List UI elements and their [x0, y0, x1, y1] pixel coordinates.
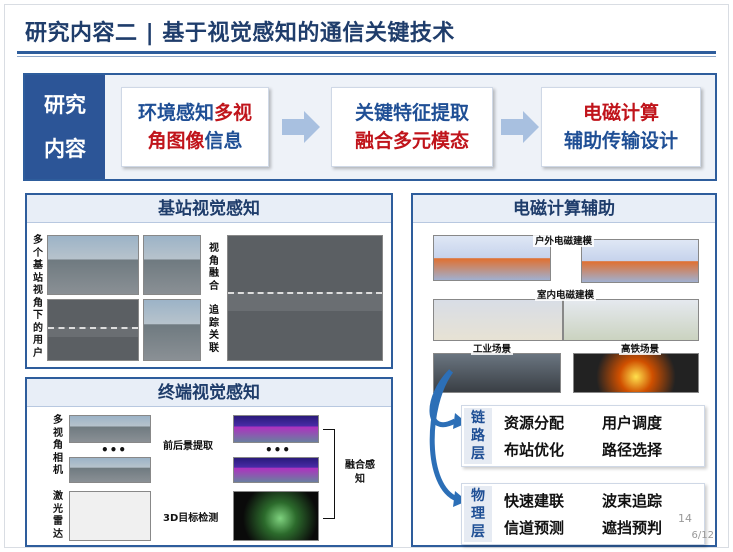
research-label: 研究 内容 [25, 75, 105, 179]
highspeed-label: 高铁场景 [619, 341, 662, 355]
lidar-pointcloud-image [69, 491, 151, 541]
link-layer-tag-char: 路 [471, 428, 485, 444]
phy-layer-tag-char: 层 [471, 524, 485, 540]
phy-item: 快速建联 [504, 492, 565, 510]
panel-terminal-title: 终端视觉感知 [27, 379, 391, 407]
outdoor-model-image-2 [581, 239, 699, 283]
bs-views-label: 多个基站视角下的用户 [33, 235, 43, 359]
link-item: 资源分配 [504, 414, 565, 432]
segmentation-image-2 [233, 457, 319, 483]
step3-line2: 辅助传输设计 [563, 130, 678, 152]
3d-detection-label: 3D目标检测 [163, 513, 219, 524]
step2-highlight: 融合 [354, 130, 393, 152]
research-content-row: 研究 内容 环境感知多视 角图像信息 关键特征提取 融合多元模态 电磁计算 辅助… [23, 73, 717, 181]
panel-em-computation: 电磁计算辅助 户外电磁建模 室内电磁建模 工业场景 高铁场景 链 路 层 资源分… [411, 193, 717, 547]
research-label-line2: 内容 [44, 137, 86, 161]
step1-highlight2: 角图像 [147, 130, 205, 152]
panel-terminal-perception: 终端视觉感知 多视角相机 ••• 激光雷达 前后景提取 3D目标检测 ••• 融… [25, 377, 393, 547]
link-item: 用户调度 [602, 414, 663, 432]
segmentation-image-1 [233, 415, 319, 443]
ellipsis-icon: ••• [101, 443, 128, 457]
ellipsis-icon: ••• [265, 443, 292, 457]
header-rule [17, 51, 716, 54]
camera-label: 多视角相机 [53, 415, 63, 476]
phy-item: 信道预测 [504, 519, 565, 537]
page-count: 6/12 [691, 530, 714, 541]
link-layer-items: 资源分配 用户调度 布站优化 路径选择 [504, 412, 700, 460]
step-environment-perception: 环境感知多视 角图像信息 [121, 87, 269, 167]
step2-highlight2: 多元模态 [393, 130, 470, 152]
bs-tracking-label: 追踪关联 [209, 305, 219, 354]
camera-image-2 [69, 457, 151, 483]
camera-image-1 [69, 415, 151, 443]
research-label-line1: 研究 [44, 93, 86, 117]
bs-view-image-4 [143, 299, 201, 361]
link-layer-box: 链 路 层 资源分配 用户调度 布站优化 路径选择 [461, 405, 705, 467]
slide: 研究内容二 | 基于视觉感知的通信关键技术 研究 内容 环境感知多视 角图像信息… [4, 4, 729, 548]
fusion-label: 融合感知 [345, 460, 375, 485]
phy-layer-items: 快速建联 波束追踪 信道预测 遮挡预判 [504, 490, 700, 538]
bs-topdown-image [227, 235, 383, 361]
step1-highlight: 多视 [214, 102, 253, 124]
panel-bs-title: 基站视觉感知 [27, 195, 391, 223]
3d-detection-image [233, 491, 319, 541]
header-rule-thin [17, 56, 716, 57]
fusion-bracket [323, 429, 335, 519]
industrial-label: 工业场景 [471, 341, 514, 355]
step3-line1: 电磁计算 [582, 102, 659, 124]
panel-em-title: 电磁计算辅助 [413, 195, 715, 223]
step2-line1: 关键特征提取 [354, 102, 469, 124]
outdoor-em-label: 户外电磁建模 [533, 233, 595, 247]
phy-layer-tag: 物 理 层 [464, 486, 492, 542]
phy-layer-tag-char: 物 [471, 488, 485, 504]
step1-text: 环境感知 [137, 102, 214, 124]
bs-view-image-2 [143, 235, 201, 295]
link-layer-tag-char: 层 [471, 446, 485, 462]
indoor-em-label: 室内电磁建模 [535, 287, 597, 301]
link-item: 路径选择 [602, 441, 663, 459]
slide-title: 研究内容二 | 基于视觉感知的通信关键技术 [25, 21, 455, 46]
step1-text2: 信息 [204, 130, 243, 152]
link-item: 布站优化 [504, 441, 565, 459]
link-layer-tag-char: 链 [471, 410, 485, 426]
step-em-computation: 电磁计算 辅助传输设计 [541, 87, 701, 167]
phy-layer-tag-char: 理 [471, 506, 485, 522]
step-feature-extraction: 关键特征提取 融合多元模态 [331, 87, 493, 167]
bs-fusion-label: 视角融合 [209, 243, 219, 292]
bs-view-image-3 [47, 299, 139, 361]
link-layer-tag: 链 路 层 [464, 408, 492, 464]
slide-header: 研究内容二 | 基于视觉感知的通信关键技术 [5, 5, 728, 57]
phy-layer-box: 物 理 层 快速建联 波束追踪 信道预测 遮挡预判 [461, 483, 705, 545]
page-number: 14 [678, 512, 692, 525]
panel-bs-perception: 基站视觉感知 多个基站视角下的用户 视角融合 追踪关联 [25, 193, 393, 369]
bs-view-image-1 [47, 235, 139, 295]
fg-bg-extraction-label: 前后景提取 [163, 441, 213, 452]
lidar-label: 激光雷达 [53, 491, 63, 540]
highspeed-rail-image [573, 353, 699, 393]
indoor-model-image-1 [433, 299, 563, 341]
indoor-model-image-2 [563, 299, 699, 341]
phy-item: 波束追踪 [602, 492, 663, 510]
